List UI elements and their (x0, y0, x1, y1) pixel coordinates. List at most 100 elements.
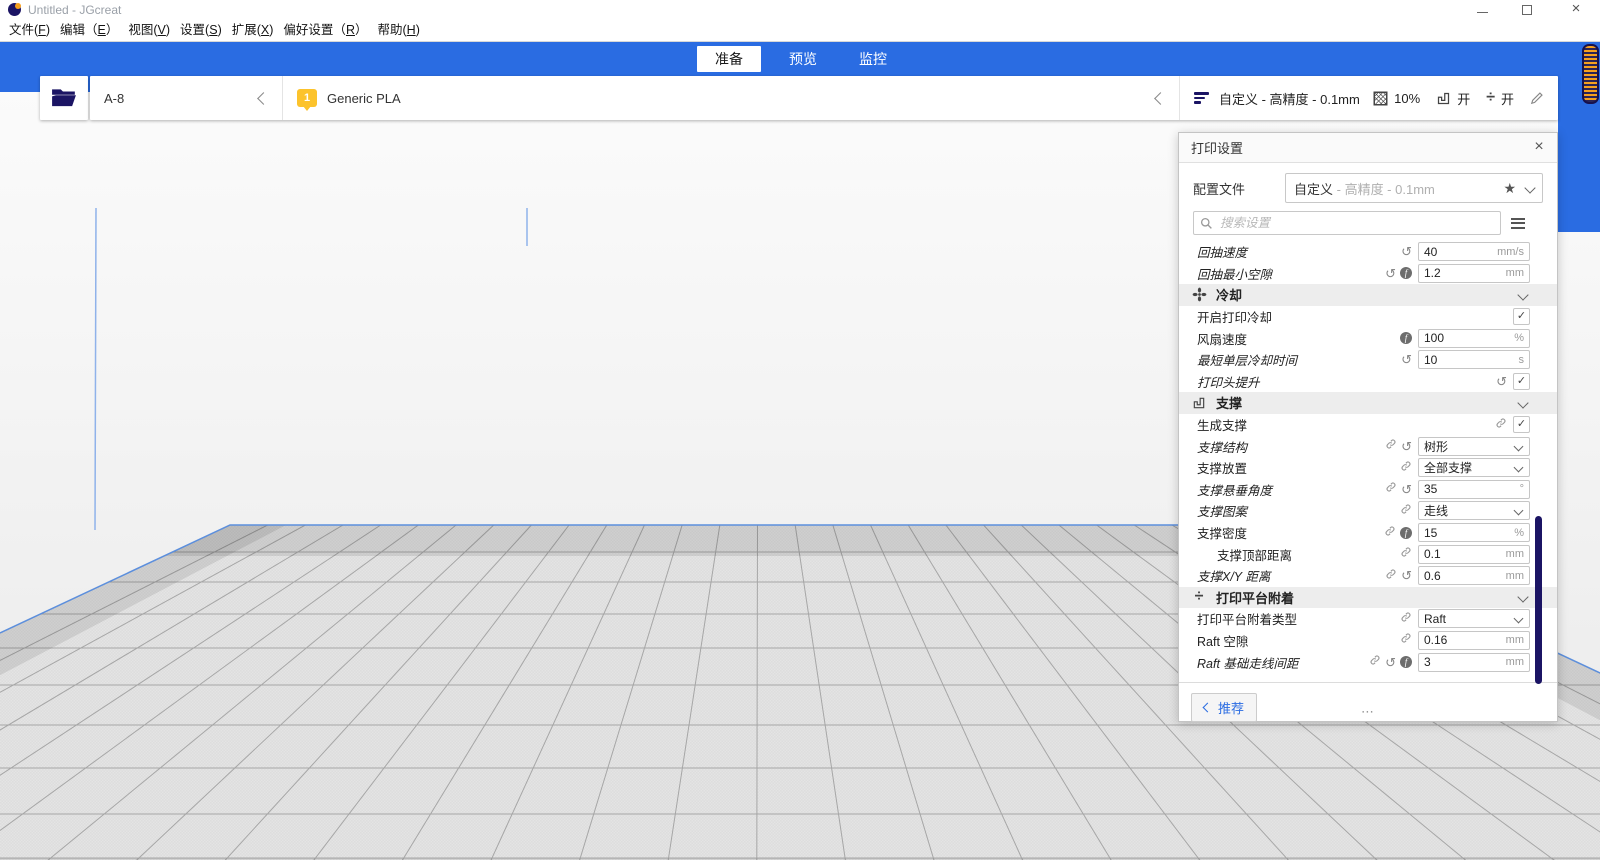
setting-input[interactable]: 0.1mm (1418, 545, 1530, 564)
menu-preferences[interactable]: 偏好设置（R） (278, 20, 372, 41)
printer-selector[interactable]: A-8 (90, 76, 283, 120)
printer-name: A-8 (104, 91, 124, 106)
search-input[interactable] (1218, 215, 1494, 231)
setting-input[interactable]: 1.2mm (1418, 264, 1530, 283)
print-settings-panel: 打印设置 × 配置文件 自定义 - 高精度 - 0.1mm ★ 回抽速度 ↺ (1178, 132, 1558, 722)
reset-icon[interactable]: ↺ (1496, 375, 1507, 388)
striped-scroll-handle[interactable] (1582, 44, 1599, 104)
setting-row-support-placement[interactable]: 支撑放置 全部支撑 (1179, 457, 1557, 479)
reset-icon[interactable]: ↺ (1401, 440, 1412, 453)
setting-dropdown[interactable]: 全部支撑 (1418, 458, 1530, 477)
fan-icon (1191, 287, 1207, 302)
print-settings-summary[interactable]: 自定义 - 高精度 - 0.1mm 10% 开 ÷ 开 (1180, 76, 1558, 120)
chevron-down-icon (1517, 592, 1528, 603)
edit-pencil-icon[interactable] (1530, 91, 1544, 105)
chevron-left-icon (257, 92, 270, 105)
settings-scrollbar-thumb[interactable] (1535, 516, 1542, 684)
setting-dropdown[interactable]: 走线 (1418, 501, 1530, 520)
menu-view[interactable]: 视图(V) (123, 20, 175, 41)
close-icon[interactable]: × (1529, 137, 1549, 157)
restore-button[interactable] (1505, 0, 1549, 20)
setting-row-min-layer-time[interactable]: 最短单层冷却时间 ↺ 10s (1179, 349, 1557, 371)
setting-row-raft-airgap[interactable]: Raft 空隙 0.16mm (1179, 630, 1557, 652)
setting-checkbox[interactable]: ✓ (1513, 308, 1530, 325)
section-cooling[interactable]: 冷却 (1179, 284, 1557, 306)
adhesion-icon: ÷ (1191, 590, 1207, 604)
disallowed-area-back (164, 525, 1351, 556)
setting-row-support-angle[interactable]: 支撑悬垂角度 ↺ 35° (1179, 479, 1557, 501)
reset-icon[interactable]: ↺ (1385, 267, 1396, 280)
setting-input[interactable]: 3mm (1418, 653, 1530, 672)
material-selector[interactable]: 1 Generic PLA (283, 76, 1180, 120)
checkmark-icon: ✓ (1517, 416, 1526, 433)
setting-input[interactable]: 35° (1418, 480, 1530, 499)
link-icon (1400, 610, 1412, 628)
profile-layers-icon (1194, 90, 1209, 106)
adhesion-state: 开 (1501, 89, 1514, 108)
setting-row-support-xy-distance[interactable]: 支撑X/Y 距离 ↺ 0.6mm (1179, 565, 1557, 587)
reset-icon[interactable]: ↺ (1385, 656, 1396, 669)
section-build-plate-adhesion[interactable]: ÷ 打印平台附着 (1179, 587, 1557, 609)
setting-row-support-top-distance[interactable]: 支撑顶部距离 0.1mm (1179, 543, 1557, 565)
setting-row-support-structure[interactable]: 支撑结构 ↺ 树形 (1179, 435, 1557, 457)
setting-row-support-pattern[interactable]: 支撑图案 走线 (1179, 500, 1557, 522)
stage-header-right-column (1558, 42, 1600, 232)
chevron-down-icon (1517, 397, 1528, 408)
menu-edit[interactable]: 编辑（E） (55, 20, 123, 41)
setting-input[interactable]: 100% (1418, 329, 1530, 348)
setting-dropdown[interactable]: Raft (1418, 609, 1530, 628)
menu-file[interactable]: 文件(F) (4, 20, 55, 41)
setting-input[interactable]: 10s (1418, 350, 1530, 369)
open-folder-icon (51, 86, 77, 110)
setting-row-retract-speed[interactable]: 回抽速度 ↺ 40mm/s (1179, 241, 1557, 263)
tab-monitor[interactable]: 监控 (841, 46, 905, 72)
extruder-badge: 1 (297, 89, 317, 107)
title-bar: Untitled - JGcreat × (0, 0, 1600, 20)
setting-row-fan-speed[interactable]: 风扇速度 f 100% (1179, 327, 1557, 349)
profile-summary-text: 自定义 - 高精度 - 0.1mm (1219, 89, 1360, 108)
support-icon (1191, 396, 1207, 410)
panel-header[interactable]: 打印设置 (1179, 133, 1557, 163)
menu-extensions[interactable]: 扩展(X) (227, 20, 279, 41)
app-logo-icon (8, 3, 21, 16)
setting-input[interactable]: 15% (1418, 523, 1530, 542)
reset-icon[interactable]: ↺ (1401, 483, 1412, 496)
minimize-button[interactable] (1460, 0, 1504, 20)
reset-icon[interactable]: ↺ (1401, 245, 1412, 258)
setting-row-retract-min-travel[interactable]: 回抽最小空隙 ↺f 1.2mm (1179, 263, 1557, 285)
window-title: Untitled - JGcreat (28, 0, 121, 20)
formula-icon: f (1400, 656, 1412, 668)
setting-checkbox[interactable]: ✓ (1513, 373, 1530, 390)
setting-input[interactable]: 0.6mm (1418, 566, 1530, 585)
menu-help[interactable]: 帮助(H) (372, 20, 424, 41)
panel-title: 打印设置 (1191, 138, 1243, 157)
reset-icon[interactable]: ↺ (1401, 569, 1412, 582)
profile-dropdown[interactable]: 自定义 - 高精度 - 0.1mm ★ (1285, 173, 1543, 203)
section-support[interactable]: 支撑 (1179, 392, 1557, 414)
menu-settings[interactable]: 设置(S) (175, 20, 227, 41)
setting-row-adhesion-type[interactable]: 打印平台附着类型 Raft (1179, 608, 1557, 630)
formula-icon: f (1400, 267, 1412, 279)
close-window-button[interactable]: × (1554, 0, 1598, 20)
setting-row-cooling-enabled[interactable]: 开启打印冷却 ✓ (1179, 306, 1557, 328)
setting-row-lift-head[interactable]: 打印头提升 ↺ ✓ (1179, 371, 1557, 393)
setting-input[interactable]: 0.16mm (1418, 631, 1530, 650)
panel-resize-handle[interactable]: ⋯ (1179, 704, 1557, 720)
chevron-down-icon (1514, 463, 1524, 473)
open-file-button[interactable] (40, 76, 88, 120)
setting-dropdown[interactable]: 树形 (1418, 437, 1530, 456)
search-box[interactable] (1193, 211, 1501, 235)
tab-prepare[interactable]: 准备 (697, 46, 761, 72)
chevron-down-icon (1514, 506, 1524, 516)
setting-row-raft-base-line-spacing[interactable]: Raft 基础走线间距 ↺f 3mm (1179, 651, 1557, 673)
menu-bar: 文件(F) 编辑（E） 视图(V) 设置(S) 扩展(X) 偏好设置（R） 帮助… (0, 20, 1600, 42)
filter-menu-icon[interactable] (1511, 215, 1525, 231)
support-state: 开 (1457, 89, 1470, 108)
setting-checkbox[interactable]: ✓ (1513, 416, 1530, 433)
setting-row-support-density[interactable]: 支撑密度 f 15% (1179, 522, 1557, 544)
setting-input[interactable]: 40mm/s (1418, 242, 1530, 261)
tab-preview[interactable]: 预览 (771, 46, 835, 72)
setting-row-generate-support[interactable]: 生成支撑 ✓ (1179, 414, 1557, 436)
reset-icon[interactable]: ↺ (1401, 353, 1412, 366)
configuration-toolbar: A-8 1 Generic PLA 自定义 - 高精度 - 0.1mm 10% … (90, 76, 1558, 120)
